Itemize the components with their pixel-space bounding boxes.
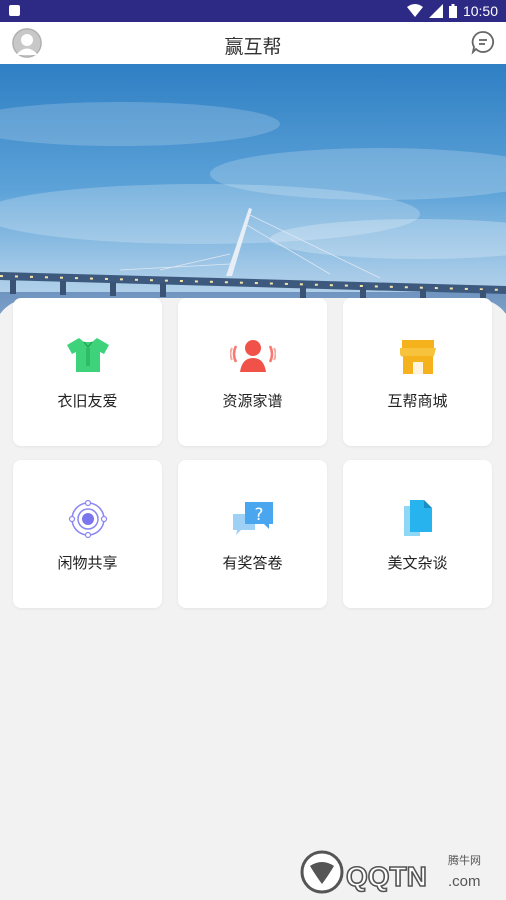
wifi-icon — [406, 4, 423, 17]
feature-card-essays[interactable]: 美文杂谈 — [343, 460, 492, 608]
svg-text:?: ? — [254, 505, 263, 525]
status-bar: 10:50 — [0, 0, 506, 22]
feature-label: 互帮商城 — [387, 392, 448, 410]
svg-text:QQTN: QQTN — [346, 861, 427, 892]
message-button[interactable] — [470, 29, 496, 59]
notification-icon — [9, 5, 20, 16]
signal-icon — [428, 4, 443, 18]
clock: 10:50 — [462, 3, 498, 19]
orbit-icon — [68, 499, 107, 539]
feature-label: 衣旧友爱 — [57, 392, 118, 410]
feature-card-used-clothes[interactable]: 衣旧友爱 — [13, 298, 162, 446]
feature-label: 有奖答卷 — [222, 554, 283, 572]
store-icon — [399, 340, 436, 374]
feature-card-survey[interactable]: ? 有奖答卷 — [178, 460, 327, 608]
question-chat-icon: ? — [232, 502, 273, 535]
watermark: QQTN .com 腾牛网 — [298, 846, 498, 894]
feature-card-family-tree[interactable]: 资源家谱 — [178, 298, 327, 446]
document-icon — [403, 500, 432, 536]
svg-text:.com: .com — [448, 873, 481, 890]
feature-label: 闲物共享 — [57, 554, 118, 572]
app-header: 赢互帮 — [0, 22, 506, 64]
svg-text:腾牛网: 腾牛网 — [448, 853, 481, 867]
chat-bubble-icon — [471, 31, 495, 55]
shirt-icon — [66, 338, 109, 372]
page-title: 赢互帮 — [224, 36, 282, 58]
feature-label: 资源家谱 — [222, 392, 283, 410]
battery-icon — [448, 4, 457, 18]
people-icon — [229, 340, 276, 372]
feature-label: 美文杂谈 — [387, 554, 448, 572]
feature-card-mall[interactable]: 互帮商城 — [343, 298, 492, 446]
feature-card-idle-share[interactable]: 闲物共享 — [13, 460, 162, 608]
qqtn-watermark-logo: QQTN .com 腾牛网 — [300, 850, 481, 894]
